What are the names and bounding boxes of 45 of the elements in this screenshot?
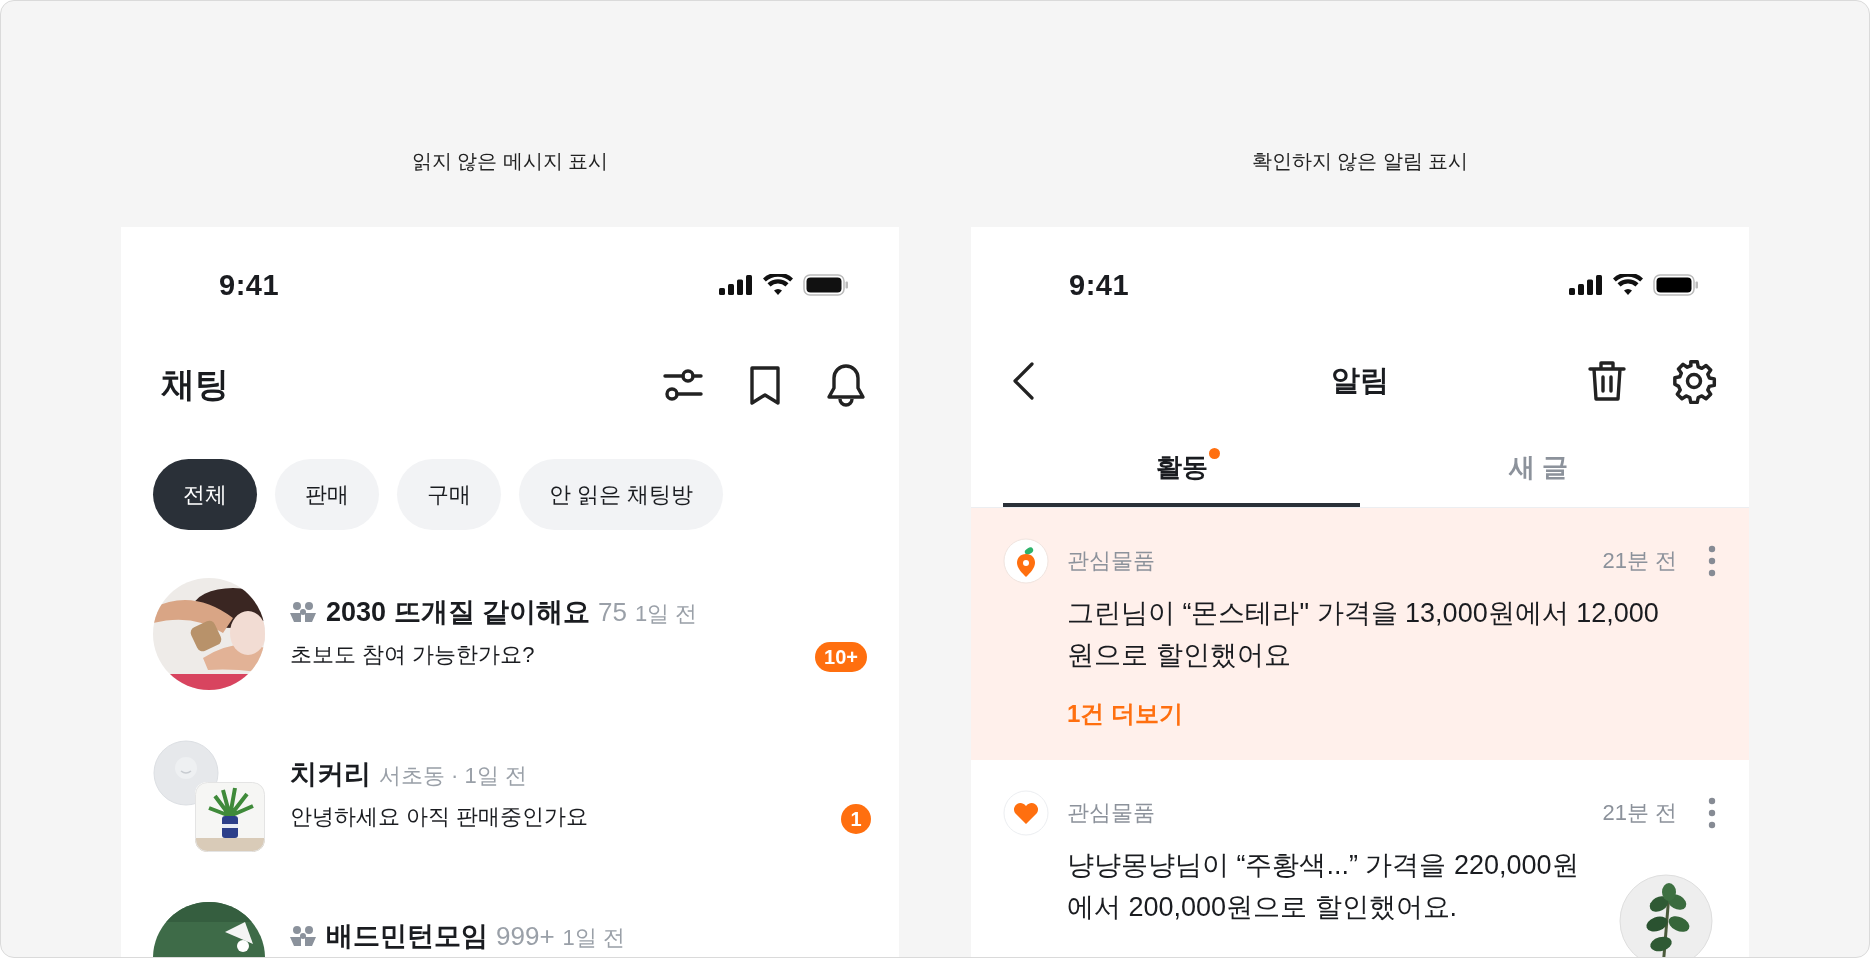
screen-title: 채팅 (161, 364, 229, 405)
bell-icon[interactable] (825, 362, 867, 408)
more-icon[interactable] (1707, 545, 1717, 577)
unread-badge: 10+ (815, 642, 867, 672)
wifi-icon (763, 274, 793, 296)
bookmark-icon[interactable] (747, 363, 783, 407)
notification-message: 냥냥몽냥님이 “주황색...” 가격을 220,000원에서 200,000원으로 할인했어요. (1067, 849, 1580, 924)
screen-title: 알림 (1331, 363, 1389, 398)
signal-icon (1569, 275, 1603, 295)
more-icon[interactable] (1707, 797, 1717, 829)
chat-time: 1일 전 (635, 600, 698, 628)
section-caption: 읽지 않은 메시지 표시 (410, 149, 610, 174)
notification-category: 관심물품 (1067, 547, 1155, 575)
notification-time: 21분 전 (1602, 799, 1677, 827)
signal-icon (719, 275, 753, 295)
status-time: 9:41 (1069, 268, 1130, 302)
notification-category: 관심물품 (1067, 799, 1155, 827)
filter-chip[interactable]: 안 읽은 채팅방 (519, 459, 724, 530)
chat-name: 배드민턴모임 (326, 920, 488, 953)
chat-name: 치커리 (290, 758, 371, 791)
section-caption: 확인하지 않은 알림 표시 (1250, 149, 1470, 174)
last-message: 초보도 참여 가능한가요? (290, 641, 535, 669)
back-icon[interactable] (1011, 361, 1035, 401)
filter-chip[interactable]: 전체 (153, 459, 257, 530)
filter-chip[interactable]: 판매 (275, 459, 379, 530)
chat-time: 1일 전 (562, 924, 625, 952)
filter-chip[interactable]: 구매 (397, 459, 501, 530)
chat-name: 2030 뜨개질 같이해요 (326, 596, 591, 629)
trash-icon[interactable] (1587, 359, 1627, 403)
carrot-icon (1003, 538, 1049, 584)
battery-icon (1653, 274, 1699, 296)
group-icon (290, 601, 316, 623)
unread-badge: 1 (841, 804, 871, 834)
settings-icon[interactable] (1671, 358, 1717, 404)
status-time: 9:41 (219, 268, 280, 302)
wifi-icon (1613, 274, 1643, 296)
last-message: 안녕하세요 아직 판매중인가요 (290, 803, 589, 831)
notification-card[interactable]: 관심물품 21분 전 그린님이 “몬스테라" 가격을 13,000원에서 12,000원으로 할인했어요 1건 더보기 (971, 508, 1749, 760)
chat-meta: 서초동 · 1일 전 (379, 762, 527, 790)
member-count: 999+ (496, 921, 555, 952)
notification-message: 그린님이 “몬스테라" 가격을 13,000원에서 12,000원으로 할인했어요 (1067, 597, 1660, 672)
notification-time: 21분 전 (1602, 547, 1677, 575)
battery-icon (803, 274, 849, 296)
member-count: 75 (598, 597, 627, 628)
group-icon (290, 925, 316, 947)
